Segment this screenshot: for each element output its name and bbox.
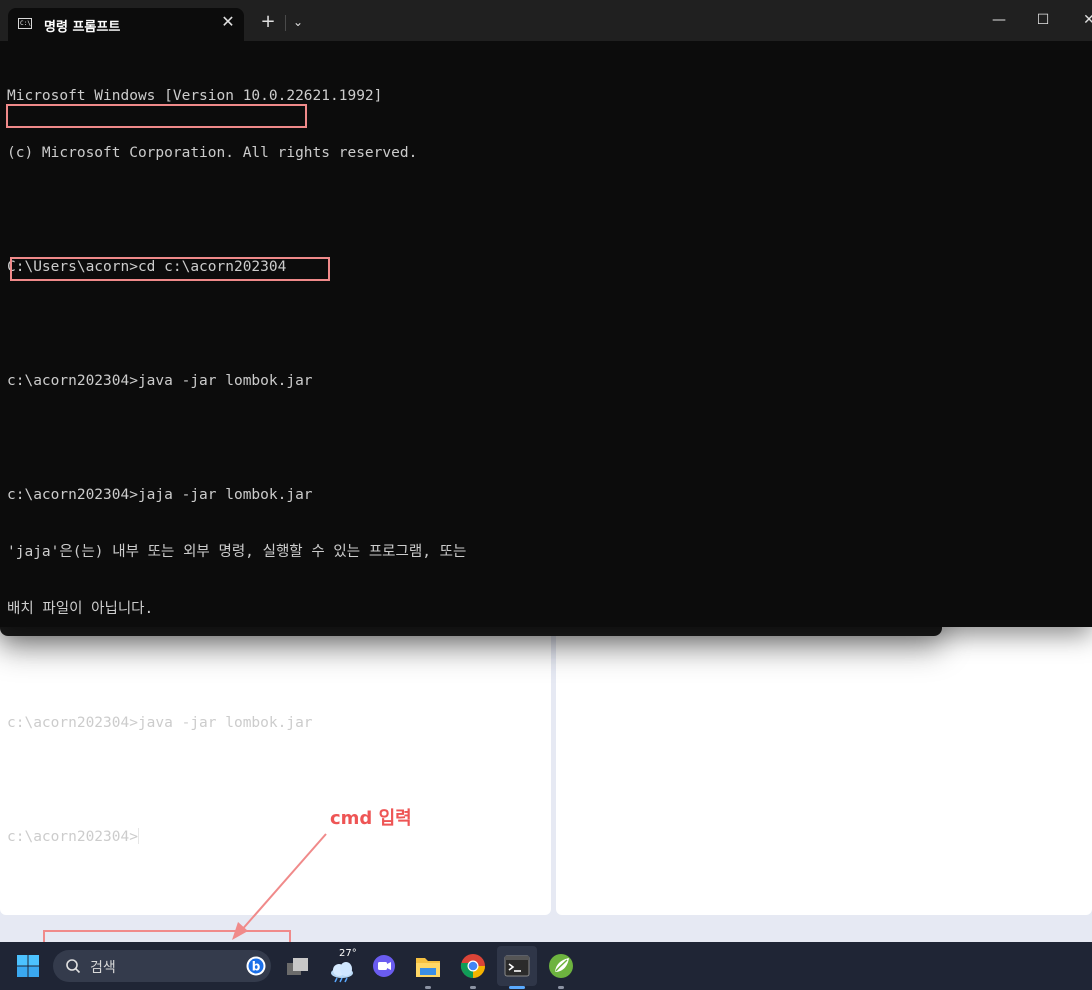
taskbar-search-box[interactable]: 검색 b (53, 950, 271, 982)
search-icon (66, 959, 81, 974)
search-placeholder: 검색 (90, 960, 116, 976)
windows-start-icon[interactable] (8, 946, 48, 986)
weather-temperature: 27° (339, 948, 357, 959)
meet-icon[interactable] (364, 946, 404, 986)
app-running-indicator (558, 986, 564, 989)
active-app-indicator (509, 986, 525, 989)
svg-text:b: b (252, 960, 261, 974)
terminal-icon[interactable] (497, 946, 537, 986)
chrome-icon[interactable] (453, 946, 493, 986)
app-running-indicator (425, 986, 431, 989)
spring-icon[interactable] (541, 946, 581, 986)
bing-icon[interactable]: b (246, 956, 266, 976)
taskbar: 검색 b 27° (0, 942, 1092, 990)
annotation-arrow (232, 833, 327, 940)
app-running-indicator (470, 986, 476, 989)
task-view-icon[interactable] (277, 946, 317, 986)
file-explorer-icon[interactable] (408, 946, 448, 986)
